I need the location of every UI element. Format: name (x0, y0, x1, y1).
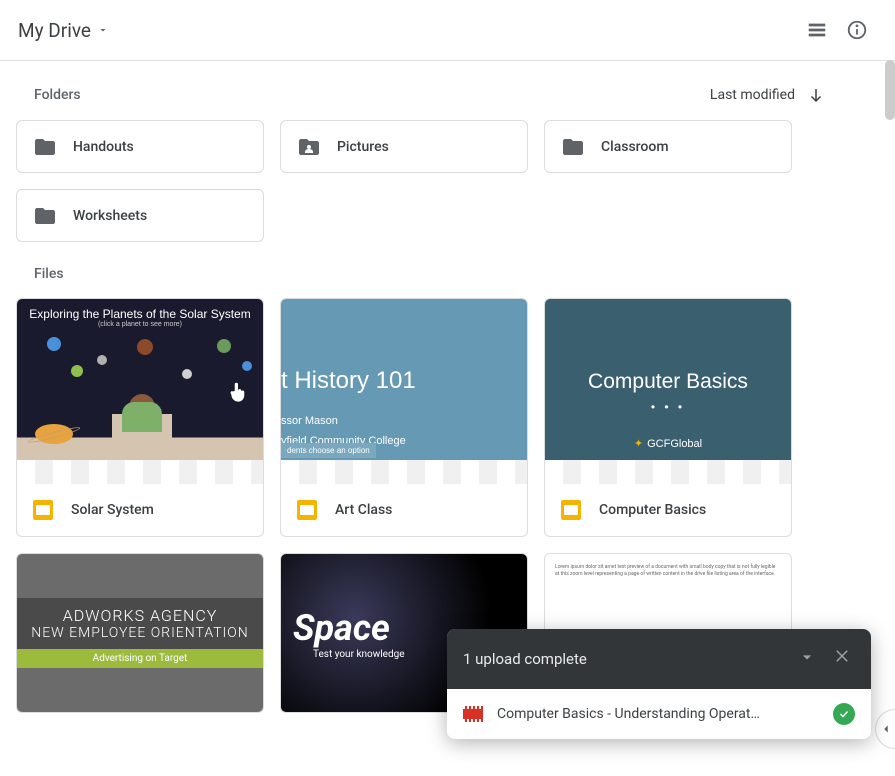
thumb-title: Exploring the Planets of the Solar Syste… (29, 307, 250, 321)
folder-icon (33, 204, 57, 228)
video-file-icon (463, 706, 483, 722)
breadcrumb[interactable]: My Drive (18, 19, 109, 42)
chevron-down-icon (97, 24, 109, 36)
file-thumbnail: Computer Basics • • • ✦GCFGlobal (545, 299, 791, 484)
thumb-line: Test your knowledge (313, 649, 405, 660)
file-name: Computer Basics (599, 502, 706, 518)
thumb-line: NEW EMPLOYEE ORIENTATION (17, 625, 263, 641)
toast-header: 1 upload complete (447, 629, 871, 689)
list-icon (806, 19, 828, 41)
info-button[interactable] (837, 10, 877, 50)
thumb-line: ssor Mason (281, 415, 338, 427)
toast-row[interactable]: Computer Basics - Understanding Operat… (447, 689, 871, 739)
folders-header-row: Folders Last modified (16, 86, 879, 120)
folder-item[interactable]: Handouts (16, 120, 264, 173)
chevron-down-icon (797, 647, 817, 667)
breadcrumb-label: My Drive (18, 19, 91, 42)
folders-grid: Handouts Pictures Classroom Worksheets (16, 120, 879, 266)
file-thumbnail: t History 101 ssor Mason yfield Communit… (281, 299, 527, 484)
file-meta: Solar System (17, 484, 263, 536)
close-icon (833, 647, 851, 665)
folder-name: Classroom (601, 139, 669, 155)
folder-icon (561, 135, 585, 159)
cursor-hand-icon (225, 377, 251, 407)
file-name: Art Class (335, 502, 392, 518)
thumb-title: Computer Basics (588, 370, 748, 394)
folder-item[interactable]: Classroom (544, 120, 792, 173)
file-thumbnail: ADWORKS AGENCY NEW EMPLOYEE ORIENTATION … (17, 554, 263, 712)
toast-title: 1 upload complete (463, 650, 587, 668)
thumb-dots: • • • (651, 400, 685, 414)
sort-label: Last modified (710, 87, 795, 103)
files-label: Files (34, 266, 64, 282)
folder-item[interactable]: Pictures (280, 120, 528, 173)
upload-toast: 1 upload complete Computer Basics - Unde… (447, 629, 871, 739)
file-name: Solar System (71, 502, 154, 518)
file-meta: Computer Basics (545, 484, 791, 536)
thumb-line: Space (293, 607, 390, 649)
info-icon (846, 19, 868, 41)
slides-icon (297, 500, 317, 520)
thumb-brand: ✦GCFGlobal (634, 437, 702, 450)
folder-name: Handouts (73, 139, 134, 155)
file-meta: Art Class (281, 484, 527, 536)
toast-collapse-button[interactable] (793, 643, 821, 675)
folder-name: Worksheets (73, 208, 147, 224)
thumb-subtitle: (click a planet to see more) (98, 321, 182, 328)
file-card[interactable]: t History 101 ssor Mason yfield Communit… (280, 298, 528, 537)
toast-file-name: Computer Basics - Understanding Operat… (497, 706, 819, 722)
thumb-line: ADWORKS AGENCY (17, 606, 263, 625)
file-card[interactable]: ADWORKS AGENCY NEW EMPLOYEE ORIENTATION … (16, 553, 264, 713)
slides-icon (561, 500, 581, 520)
folders-label: Folders (34, 87, 81, 103)
files-grid: Exploring the Planets of the Solar Syste… (16, 298, 879, 537)
thumb-line: Advertising on Target (17, 649, 263, 668)
file-thumbnail: Exploring the Planets of the Solar Syste… (17, 299, 263, 484)
folder-name: Pictures (337, 139, 389, 155)
thumb-footer: dents choose an option (281, 443, 376, 458)
slides-icon (33, 500, 53, 520)
shared-folder-icon (297, 135, 321, 159)
chevron-left-icon (879, 722, 893, 736)
sort-control[interactable]: Last modified (710, 86, 825, 104)
thumb-title: t History 101 (281, 367, 416, 395)
topbar: My Drive (0, 0, 895, 61)
scrollbar[interactable] (885, 60, 895, 120)
files-header-row: Files (16, 266, 879, 298)
arrow-down-icon (807, 86, 825, 104)
file-card[interactable]: Computer Basics • • • ✦GCFGlobal Compute… (544, 298, 792, 537)
toast-close-button[interactable] (829, 643, 855, 675)
list-view-button[interactable] (797, 10, 837, 50)
success-icon (833, 703, 855, 725)
folder-icon (33, 135, 57, 159)
file-card[interactable]: Exploring the Planets of the Solar Syste… (16, 298, 264, 537)
folder-item[interactable]: Worksheets (16, 189, 264, 242)
